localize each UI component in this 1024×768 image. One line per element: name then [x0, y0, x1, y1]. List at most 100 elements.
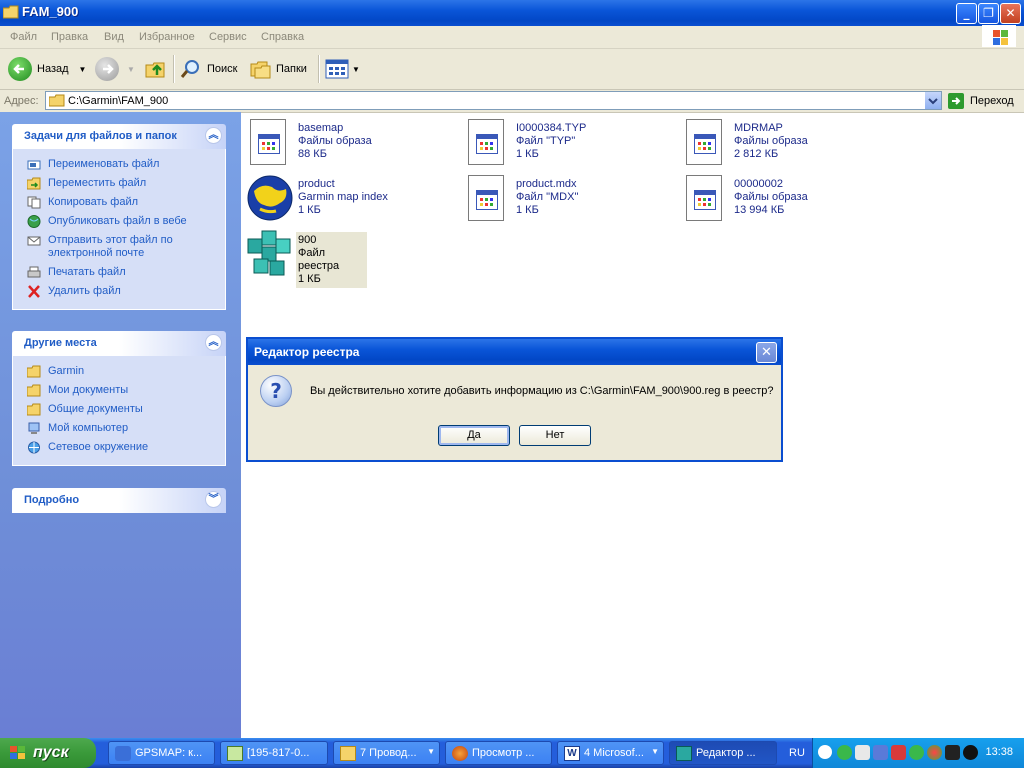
tray-app-icon[interactable] [945, 745, 960, 760]
other-places-panel: Другие места ︽ Garmin Мои документы Общи… [12, 331, 226, 466]
place-shared-documents-link[interactable]: Общие документы [13, 400, 225, 419]
security-tray-icon[interactable] [891, 745, 906, 760]
tray-app-icon[interactable] [927, 745, 942, 760]
file-tasks-header[interactable]: Задачи для файлов и папок ︽ [12, 124, 226, 149]
no-button[interactable]: Нет [519, 425, 591, 446]
folders-icon [250, 61, 271, 79]
views-button[interactable]: ▼ [325, 54, 360, 84]
go-arrow-icon [948, 93, 964, 109]
copy-icon [27, 196, 41, 209]
menu-tools[interactable]: Сервис [209, 31, 247, 43]
address-bar: Адрес: C:\Garmin\FAM_900 Переход [0, 90, 1024, 113]
menu-view[interactable]: Вид [104, 31, 124, 43]
folder-icon [340, 746, 356, 761]
file-item[interactable]: product Garmin map index 1 КБ [246, 173, 456, 225]
windows-logo-icon [10, 746, 25, 759]
taskbar-group[interactable]: W 4 Microsof... ▼ [557, 741, 664, 765]
file-item[interactable]: basemap Файлы образа 88 КБ [246, 117, 456, 169]
details-header[interactable]: Подробно ︾ [12, 488, 226, 513]
address-label: Адрес: [4, 95, 39, 107]
folder-icon [3, 5, 19, 19]
folders-button[interactable]: Папки [249, 54, 307, 84]
tray-app-icon[interactable] [909, 745, 924, 760]
dialog-title: Редактор реестра [254, 345, 360, 359]
dialog-titlebar[interactable]: Редактор реестра ✕ [248, 339, 781, 365]
taskbar-group[interactable]: 7 Провод... ▼ [333, 741, 440, 765]
task-pane: Задачи для файлов и папок ︽ Переименоват… [0, 112, 241, 738]
file-item-selected[interactable]: 900 Файл реестра 1 КБ [246, 229, 456, 288]
tray-app-icon[interactable] [963, 745, 978, 760]
file-name: 00000002 [734, 178, 783, 190]
place-network-link[interactable]: Сетевое окружение [13, 438, 225, 457]
file-type: Garmin map index [298, 191, 388, 203]
file-size: 88 КБ [298, 148, 327, 160]
tray-app-icon[interactable] [837, 745, 852, 760]
language-indicator[interactable]: RU [789, 747, 805, 759]
window-titlebar[interactable]: FAM_900 _ ❐ ✕ [0, 0, 1024, 26]
menu-file[interactable]: Файл [10, 31, 37, 43]
menu-edit[interactable]: Правка [51, 31, 88, 43]
file-item[interactable]: I0000384.TYP Файл "TYP" 1 КБ [464, 117, 674, 169]
taskbar: пуск GPSMAP: к... [195-817-0... 7 Провод… [0, 738, 1024, 768]
other-places-header[interactable]: Другие места ︽ [12, 331, 226, 356]
file-item[interactable]: MDRMAP Файлы образа 2 812 КБ [682, 117, 892, 169]
windows-logo-icon [982, 25, 1016, 47]
taskbar-item[interactable]: Просмотр ... [445, 741, 552, 765]
forward-button[interactable]: ▼ [95, 54, 135, 84]
restore-button[interactable]: ❐ [978, 3, 999, 24]
address-dropdown-button[interactable] [925, 92, 941, 109]
taskbar-item[interactable]: GPSMAP: к... [108, 741, 215, 765]
up-folder-button[interactable] [144, 54, 168, 84]
taskbar-item[interactable]: [195-817-0... [220, 741, 328, 765]
search-button[interactable]: Поиск [180, 54, 237, 84]
chevron-down-icon[interactable]: ▼ [127, 65, 135, 74]
start-button[interactable]: пуск [0, 738, 96, 768]
place-garmin-link[interactable]: Garmin [13, 362, 225, 381]
email-icon [27, 236, 41, 246]
go-button[interactable]: Переход [948, 92, 1014, 110]
delete-file-link[interactable]: Удалить файл [13, 282, 225, 301]
copy-file-link[interactable]: Копировать файл [13, 193, 225, 212]
collapse-chevron-icon[interactable]: ︽ [205, 334, 222, 351]
toolbar: Назад ▼ ▼ Поиск Папки ▼ [0, 49, 1024, 90]
yes-button[interactable]: Да [438, 425, 510, 446]
dialog-close-button[interactable]: ✕ [756, 342, 777, 363]
rename-file-link[interactable]: Переименовать файл [13, 155, 225, 174]
place-my-documents-link[interactable]: Мои документы [13, 381, 225, 400]
dialog-message: Вы действительно хотите добавить информа… [310, 385, 774, 397]
file-item[interactable]: 00000002 Файлы образа 13 994 КБ [682, 173, 892, 225]
back-button[interactable]: Назад ▼ [8, 54, 86, 84]
file-item[interactable]: product.mdx Файл "MDX" 1 КБ [464, 173, 674, 225]
chevron-down-icon[interactable]: ▼ [79, 65, 87, 74]
place-my-computer-link[interactable]: Мой компьютер [13, 419, 225, 438]
file-size: 1 КБ [516, 204, 539, 216]
clock[interactable]: 13:38 [985, 746, 1013, 758]
menu-help[interactable]: Справка [261, 31, 304, 43]
move-file-link[interactable]: Переместить файл [13, 174, 225, 193]
show-hidden-icons-icon[interactable] [818, 745, 832, 759]
close-button[interactable]: ✕ [1000, 3, 1021, 24]
delete-icon [28, 285, 40, 298]
garmin-globe-icon [246, 173, 293, 223]
minimize-button[interactable]: _ [956, 3, 977, 24]
expand-chevron-icon[interactable]: ︾ [205, 491, 222, 508]
menu-favorites[interactable]: Избранное [139, 31, 195, 43]
address-input[interactable]: C:\Garmin\FAM_900 [45, 91, 942, 110]
file-type: Файл "TYP" [516, 135, 576, 147]
file-type: Файл "MDX" [516, 191, 579, 203]
taskbar-item-active[interactable]: Редактор ... [669, 741, 777, 765]
typ-file-icon [464, 117, 508, 167]
collapse-chevron-icon[interactable]: ︽ [205, 127, 222, 144]
publish-file-link[interactable]: Опубликовать файл в вебе [13, 212, 225, 231]
tray-app-icon[interactable] [855, 745, 870, 760]
file-size: 1 КБ [516, 148, 539, 160]
network-tray-icon[interactable] [873, 745, 888, 760]
details-panel: Подробно ︾ [12, 488, 226, 513]
registry-editor-icon [676, 746, 692, 761]
back-label: Назад [37, 63, 69, 75]
email-file-link[interactable]: Отправить этот файл по электронной почте [13, 231, 225, 263]
system-tray: 13:38 [812, 738, 1024, 768]
question-icon: ? [260, 375, 292, 407]
go-label: Переход [970, 95, 1014, 107]
print-file-link[interactable]: Печатать файл [13, 263, 225, 282]
